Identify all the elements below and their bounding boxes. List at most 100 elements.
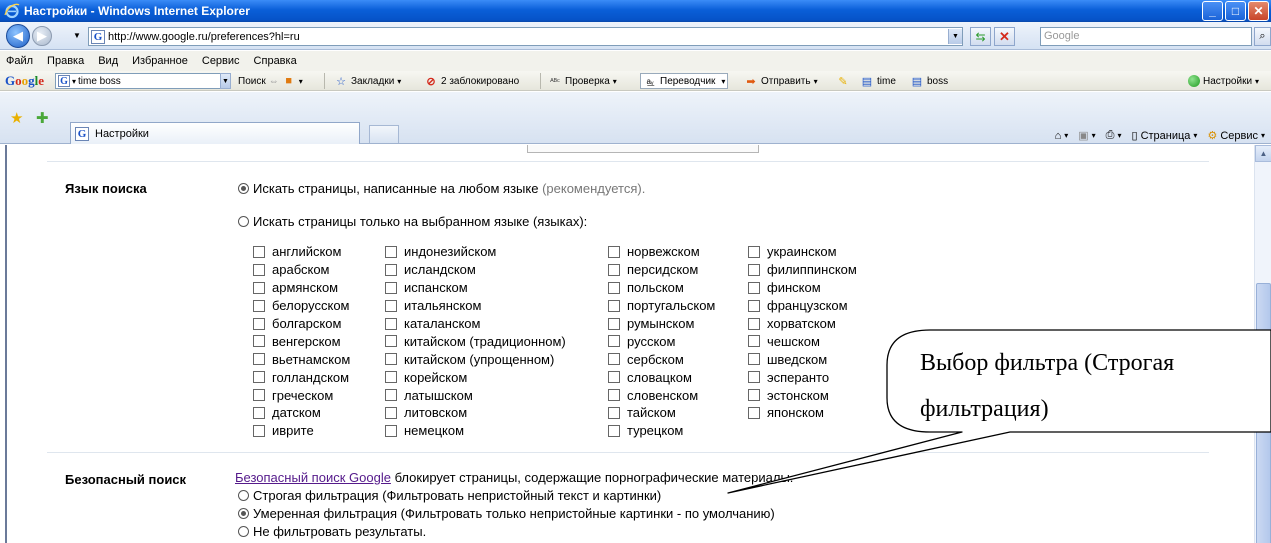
toolbar-bookmark-time[interactable]: ▤ time [860,73,896,89]
tools-menu-button[interactable]: ⚙ Сервис ▾ [1207,129,1265,143]
radio-button[interactable] [238,216,249,227]
language-checkbox[interactable]: тайском [608,404,715,422]
forward-button[interactable]: ▶ [32,26,52,46]
language-checkbox[interactable]: филиппинском [748,261,857,279]
radio-no-filter[interactable]: Не фильтровать результаты. [238,524,426,539]
language-checkbox[interactable]: сербском [608,350,715,368]
window-titlebar: Настройки - Windows Internet Explorer _ … [0,0,1271,22]
toolbar-search-button[interactable]: Поиск ⇔ ■ ▾ [238,73,303,89]
language-checkbox[interactable]: итальянском [385,297,566,315]
language-checkbox[interactable]: белорусском [253,297,350,315]
google-toolbar: Google G ▾ time boss ▼ Поиск ⇔ ■ ▾ ☆ Зак… [0,71,1271,91]
radio-any-language[interactable]: Искать страницы, написанные на любом язы… [238,181,645,196]
language-checkbox[interactable]: словенском [608,386,715,404]
menu-view[interactable]: Вид [96,55,120,67]
stop-button[interactable]: ✕ [994,27,1015,46]
toolbar-search-dropdown[interactable]: ▼ [220,73,231,89]
callout-line-1: Выбор фильтра (Строгая [920,350,1175,376]
scroll-up-icon[interactable]: ▲ [1255,145,1271,162]
language-checkbox[interactable]: польском [608,279,715,297]
language-checkbox[interactable]: финском [748,279,857,297]
language-checkbox[interactable]: индонезийском [385,243,566,261]
address-field[interactable]: G http://www.google.ru/preferences?hl=ru… [88,27,963,46]
safe-search-link[interactable]: Безопасный поиск Google [235,470,391,485]
language-checkbox[interactable]: шведском [748,350,857,368]
language-checkbox[interactable]: словацком [608,368,715,386]
language-checkbox[interactable]: чешском [748,332,857,350]
feeds-button[interactable]: ▣ ▾ [1078,129,1095,142]
language-checkbox[interactable]: армянском [253,279,350,297]
toolbar-translate-button[interactable]: a͟ᵧ Переводчик ▾ [640,73,729,89]
menu-favorites[interactable]: Избранное [130,55,190,67]
radio-selected-languages[interactable]: Искать страницы только на выбранном язык… [238,214,587,229]
language-checkbox[interactable]: румынском [608,315,715,333]
language-checkbox[interactable]: турецком [608,422,715,440]
language-checkbox[interactable]: иврите [253,422,350,440]
language-checkbox[interactable]: эсперанто [748,368,857,386]
arrow-right-icon: ▶ [37,28,47,43]
language-checkbox[interactable]: латышском [385,386,566,404]
language-checkbox[interactable]: датском [253,404,350,422]
language-checkbox[interactable]: португальском [608,297,715,315]
toolbar-settings-button[interactable]: Настройки ▾ [1188,73,1259,89]
language-checkbox[interactable]: испанском [385,279,566,297]
maximize-button[interactable]: □ [1225,1,1246,21]
language-checkbox[interactable]: венгерском [253,332,350,350]
language-checkbox[interactable]: голландском [253,368,350,386]
favorites-star-icon[interactable]: ★ [10,109,23,127]
cut-off-select[interactable] [527,145,759,153]
radio-strict-filter[interactable]: Строгая фильтрация (Фильтровать непристо… [238,488,661,503]
add-favorites-icon[interactable]: ✚ [36,109,49,127]
menu-file[interactable]: Файл [4,55,35,67]
radio-button[interactable] [238,183,249,194]
toolbar-highlighter-button[interactable]: ✎ [836,73,850,89]
language-checkbox[interactable]: литовском [385,404,566,422]
radio-button[interactable] [238,508,249,519]
language-checkbox[interactable]: арабском [253,261,350,279]
minimize-button[interactable]: _ [1202,1,1223,21]
toolbar-bookmark-boss[interactable]: ▤ boss [910,73,948,89]
language-checkbox[interactable]: греческом [253,386,350,404]
language-checkbox[interactable]: вьетнамском [253,350,350,368]
callout-line-2: фильтрация) [920,396,1049,422]
print-button[interactable]: ⎙ ▾ [1106,129,1122,142]
toolbar-spellcheck-button[interactable]: ᴬᴮᶜ Проверка ▾ [548,73,617,89]
language-checkbox[interactable]: хорватском [748,315,857,333]
toolbar-send-button[interactable]: ➡ Отправить ▾ [744,73,817,89]
language-checkbox[interactable]: японском [748,404,857,422]
radio-moderate-filter[interactable]: Умеренная фильтрация (Фильтровать только… [238,506,775,521]
google-toolbar-search-input[interactable]: G ▾ time boss [55,73,230,89]
language-checkbox[interactable]: китайском (традиционном) [385,332,566,350]
language-checkbox[interactable]: эстонском [748,386,857,404]
language-checkbox[interactable]: корейском [385,368,566,386]
menu-help[interactable]: Справка [252,55,299,67]
language-checkbox[interactable]: исландском [385,261,566,279]
language-checkbox[interactable]: английском [253,243,350,261]
history-dropdown-icon[interactable]: ▼ [73,31,81,40]
search-button[interactable]: ⌕ [1254,27,1271,46]
page-menu-button[interactable]: ▯ Страница ▾ [1132,129,1198,143]
language-checkbox[interactable]: немецком [385,422,566,440]
radio-button[interactable] [238,490,249,501]
language-checkbox[interactable]: норвежском [608,243,715,261]
language-checkbox[interactable]: украинском [748,243,857,261]
menu-tools[interactable]: Сервис [200,55,242,67]
radio-button[interactable] [238,526,249,537]
language-checkbox[interactable]: французском [748,297,857,315]
toolbar-bookmarks-button[interactable]: ☆ Закладки ▾ [334,73,401,89]
language-checkbox[interactable]: китайском (упрощенном) [385,350,566,368]
toolbar-popup-blocker[interactable]: ⊘ 2 заблокировано [424,73,519,89]
address-dropdown-icon[interactable]: ▼ [948,29,962,44]
language-checkbox[interactable]: русском [608,332,715,350]
new-tab-button[interactable] [369,125,399,143]
language-checkbox[interactable]: персидском [608,261,715,279]
tab-settings[interactable]: G Настройки [70,122,360,144]
search-input[interactable]: Google [1040,27,1252,46]
menu-edit[interactable]: Правка [45,55,86,67]
refresh-button[interactable]: ⇆ [970,27,991,46]
language-checkbox[interactable]: болгарском [253,315,350,333]
language-checkbox[interactable]: каталанском [385,315,566,333]
back-button[interactable]: ◀ [6,24,30,48]
home-button[interactable]: ⌂ ▾ [1055,130,1069,142]
close-button[interactable]: ✕ [1248,1,1269,21]
